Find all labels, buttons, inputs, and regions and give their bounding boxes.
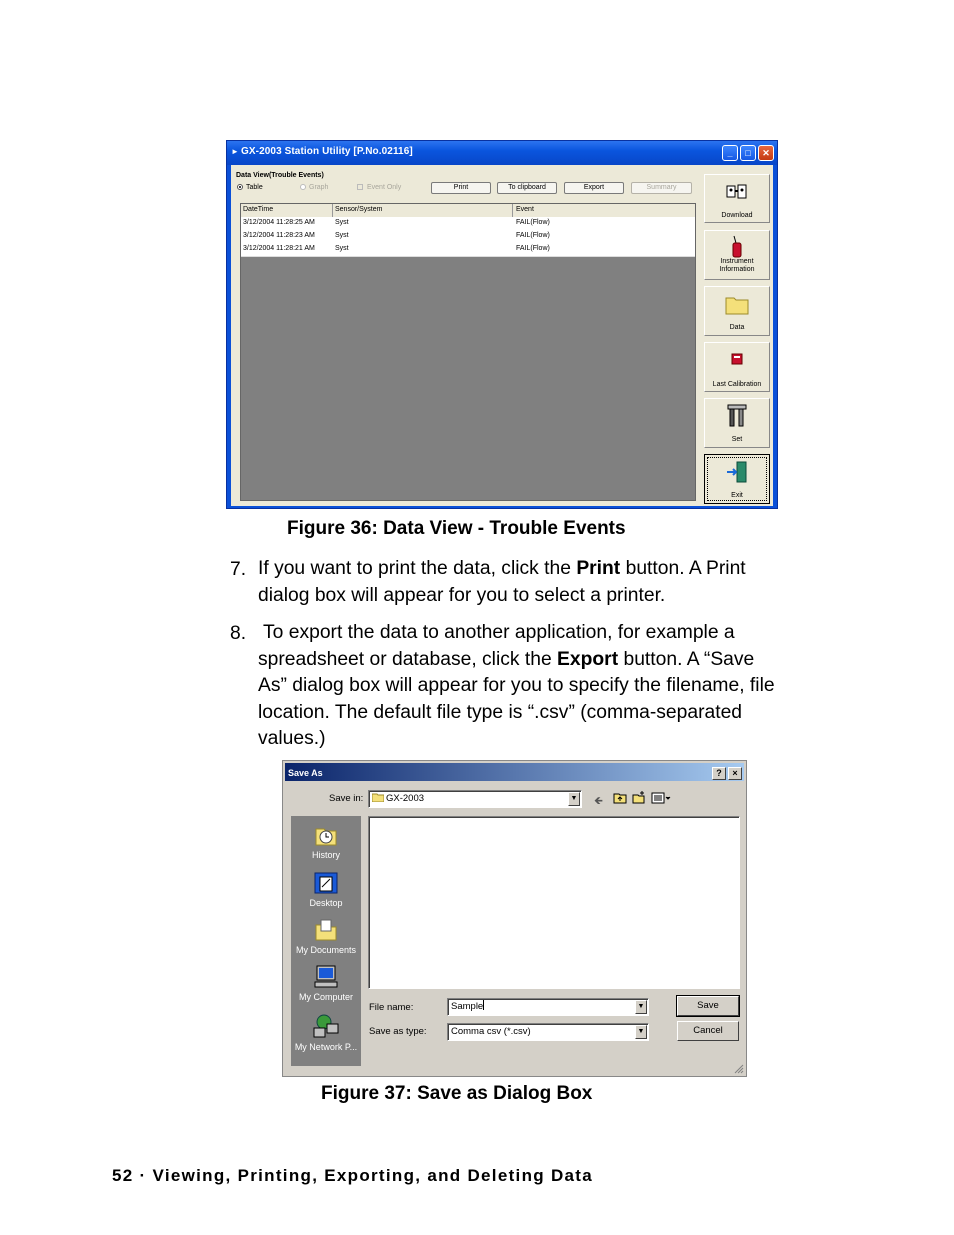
file-list[interactable] bbox=[368, 816, 740, 989]
minimize-button[interactable]: _ bbox=[722, 145, 738, 161]
dialog-title: Save As bbox=[288, 768, 323, 778]
place-history[interactable]: History bbox=[291, 822, 361, 860]
table-row[interactable]: 3/12/2004 11:28:25 AM Syst FAIL(Flow) bbox=[241, 217, 695, 231]
save-as-type-dropdown[interactable]: Comma csv (*.csv) ▼ bbox=[447, 1023, 649, 1041]
set-label: Set bbox=[731, 436, 743, 443]
tools-icon bbox=[727, 404, 747, 427]
step-7-text: If you want to print the data, click the… bbox=[258, 558, 746, 606]
my-computer-icon bbox=[314, 965, 338, 988]
graph-radio[interactable]: Graph bbox=[300, 184, 328, 191]
back-icon[interactable]: 🡸 bbox=[594, 792, 603, 811]
checkbox-icon bbox=[357, 184, 363, 191]
table-row[interactable]: 3/12/2004 11:28:21 AM Syst FAIL(Flow) bbox=[241, 243, 695, 257]
download-label: Download bbox=[721, 212, 753, 219]
place-my-network[interactable]: My Network P... bbox=[291, 1012, 361, 1052]
step-8-number: 8. bbox=[230, 623, 247, 644]
folder-icon bbox=[725, 297, 749, 315]
place-desktop[interactable]: Desktop bbox=[291, 870, 361, 908]
history-icon bbox=[315, 828, 337, 846]
exit-door-icon bbox=[727, 461, 747, 483]
data-label: Data bbox=[729, 324, 745, 331]
save-button[interactable]: Save bbox=[676, 995, 740, 1017]
file-name-label: File name: bbox=[369, 1002, 414, 1013]
summary-button[interactable]: Summary bbox=[631, 182, 692, 194]
chevron-down-icon[interactable]: ▼ bbox=[635, 1025, 647, 1039]
chevron-down-icon[interactable]: ▼ bbox=[635, 1000, 647, 1014]
close-button[interactable]: ✕ bbox=[758, 145, 774, 161]
column-header: Event bbox=[516, 206, 534, 213]
column-header: Sensor/System bbox=[335, 206, 383, 213]
place-my-computer[interactable]: My Computer bbox=[291, 964, 361, 1002]
close-button[interactable]: × bbox=[728, 767, 742, 780]
help-button[interactable]: ? bbox=[712, 767, 726, 780]
column-header: DateTime bbox=[243, 206, 274, 213]
page-footer: 52 · Viewing, Printing, Exporting, and D… bbox=[112, 1166, 594, 1185]
window-titlebar: ► GX-2003 Station Utility [P.No.02116] _… bbox=[227, 141, 777, 165]
instrument-information-label: Instrument Information bbox=[719, 258, 755, 273]
instrument-icon bbox=[732, 235, 742, 258]
dialog-titlebar: Save As ? × bbox=[285, 763, 744, 781]
print-button[interactable]: Print bbox=[431, 182, 491, 194]
my-documents-icon bbox=[315, 919, 337, 941]
group-label: Data View(Trouble Events) bbox=[236, 172, 324, 179]
save-as-dialog: Save As ? × Save in: GX-2003 ▼ 🡸 History… bbox=[281, 759, 748, 1078]
save-in-label: Save in: bbox=[329, 793, 364, 804]
figure-36-caption: Figure 36: Data View - Trouble Events bbox=[287, 518, 626, 539]
radio-selected-icon bbox=[237, 184, 243, 191]
table-header: DateTime Sensor/System Event bbox=[241, 204, 695, 218]
last-calibration-label: Last Calibration bbox=[712, 381, 762, 388]
station-utility-window: ► GX-2003 Station Utility [P.No.02116] _… bbox=[226, 140, 778, 509]
network-places-icon bbox=[313, 1014, 339, 1038]
events-table[interactable]: DateTime Sensor/System Event 3/12/2004 1… bbox=[240, 203, 696, 501]
figure-37-caption: Figure 37: Save as Dialog Box bbox=[321, 1083, 593, 1104]
resize-grip-icon[interactable] bbox=[733, 1063, 744, 1074]
data-button[interactable]: Data bbox=[704, 286, 770, 336]
maximize-button[interactable]: □ bbox=[740, 145, 756, 161]
to-clipboard-button[interactable]: To clipboard bbox=[497, 182, 557, 194]
up-folder-icon[interactable] bbox=[613, 792, 627, 804]
exit-button[interactable]: Exit bbox=[704, 454, 770, 504]
event-only-checkbox[interactable]: Event Only bbox=[357, 184, 401, 191]
download-icon bbox=[726, 184, 747, 199]
save-as-type-label: Save as type: bbox=[369, 1026, 427, 1037]
places-bar: History Desktop My Documents My Computer… bbox=[291, 816, 361, 1066]
save-in-dropdown[interactable]: GX-2003 ▼ bbox=[368, 790, 582, 808]
window-title: GX-2003 Station Utility [P.No.02116] bbox=[241, 146, 413, 157]
step-8-text: To export the data to another applicatio… bbox=[258, 622, 775, 749]
table-radio[interactable]: Table bbox=[237, 184, 263, 191]
table-row[interactable]: 3/12/2004 11:28:23 AM Syst FAIL(Flow) bbox=[241, 230, 695, 244]
radio-icon bbox=[300, 184, 306, 191]
instrument-information-button[interactable]: Instrument Information bbox=[704, 230, 770, 280]
text-cursor bbox=[483, 1000, 485, 1010]
chevron-down-icon[interactable]: ▼ bbox=[568, 792, 580, 806]
cancel-button[interactable]: Cancel bbox=[677, 1021, 739, 1041]
window-client-area: Data View(Trouble Events) Table Graph Ev… bbox=[231, 165, 773, 506]
folder-icon bbox=[371, 793, 385, 803]
step-7-number: 7. bbox=[230, 559, 247, 580]
download-button[interactable]: Download bbox=[704, 174, 770, 223]
last-calibration-button[interactable]: Last Calibration bbox=[704, 342, 770, 392]
set-button[interactable]: Set bbox=[704, 398, 770, 448]
desktop-icon bbox=[314, 872, 338, 894]
view-menu-icon[interactable] bbox=[651, 792, 671, 804]
place-my-documents[interactable]: My Documents bbox=[291, 917, 361, 955]
new-folder-icon[interactable] bbox=[632, 791, 646, 804]
export-button[interactable]: Export bbox=[564, 182, 624, 194]
app-icon: ► bbox=[231, 147, 239, 156]
exit-label: Exit bbox=[731, 492, 743, 499]
file-name-field[interactable]: Sample ▼ bbox=[447, 998, 649, 1016]
calibration-icon bbox=[731, 353, 743, 365]
